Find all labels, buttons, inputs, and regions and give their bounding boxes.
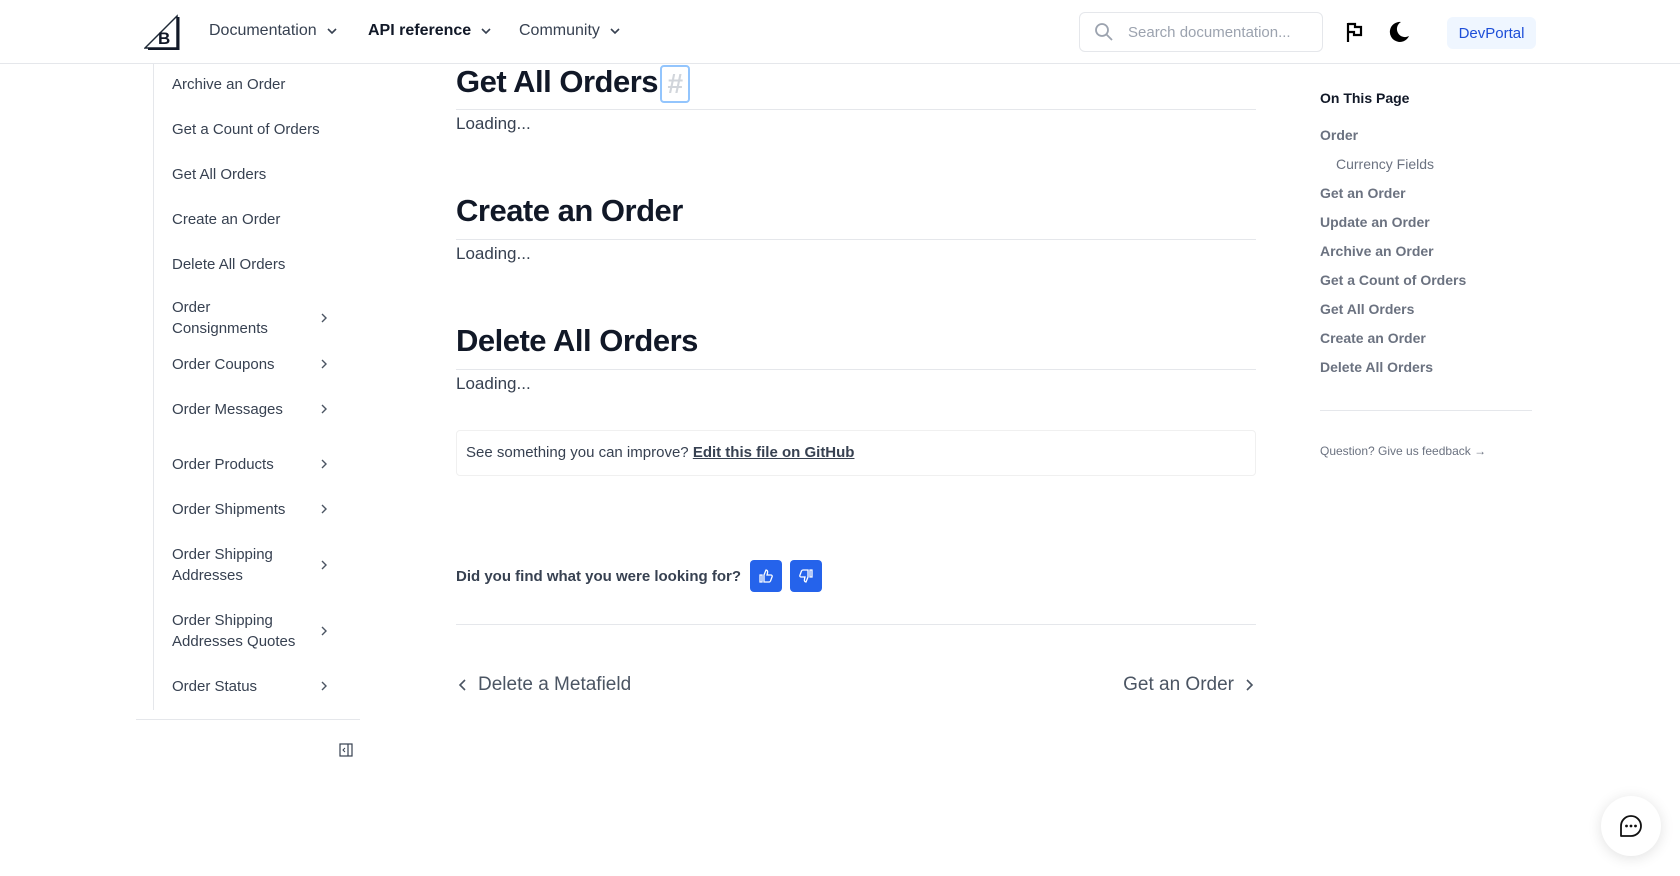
chat-button[interactable] [1601,796,1661,856]
section-heading-delete-all-orders: Delete All Orders [456,323,698,358]
chevron-right-icon [321,404,327,414]
prev-page-label: Delete a Metafield [478,674,632,695]
sidebar-item-label: Order Shipments [172,501,286,518]
sidebar-item-label: Delete All Orders [172,256,286,273]
svg-text:B: B [158,29,170,48]
toc-item-get-all-orders[interactable]: Get All Orders [1320,301,1414,317]
toc-item-create-an-order[interactable]: Create an Order [1320,330,1426,346]
toc-item-delete-all-orders[interactable]: Delete All Orders [1320,359,1433,375]
sidebar-rail [153,64,154,710]
edit-prompt-text: See something you can improve? [466,444,689,461]
section-heading-create-an-order: Create an Order [456,193,683,228]
chat-bubble-icon [1620,815,1642,837]
feedback-question: Did you find what you were looking for? [456,567,741,585]
sidebar-item-label: Get All Orders [172,166,267,183]
sidebar-item-label: Order Coupons [172,356,275,373]
next-page-label: Get an Order [1123,674,1234,695]
sidebar-item-order-products[interactable]: Order Products [172,454,342,475]
toc-item-currency-fields[interactable]: Currency Fields [1336,156,1434,172]
sidebar-item-get-all-orders[interactable]: Get All Orders [172,164,342,185]
section-body: Loading... [456,244,531,263]
thumbs-down-button[interactable] [790,560,822,592]
chevron-down-icon [481,28,491,35]
chevron-down-icon [327,28,337,35]
heading-text: Get All Orders [456,64,659,99]
prev-page-link[interactable]: Delete a Metafield [456,674,631,696]
next-page-link[interactable]: Get an Order [1123,674,1256,696]
sidebar-item-create-an-order[interactable]: Create an Order [172,209,342,230]
nav-documentation-label: Documentation [209,22,317,39]
chevron-right-icon [321,681,327,691]
sidebar-item-label: Get a Count of Orders [172,121,320,138]
edit-on-github-link[interactable]: Edit this file on GitHub [693,444,855,461]
section-body: Loading... [456,114,531,133]
toc-item-get-a-count-of-orders[interactable]: Get a Count of Orders [1320,272,1466,288]
give-feedback-link[interactable]: Question? Give us feedback → [1320,444,1486,458]
bigcommerce-logo[interactable]: B [144,14,180,50]
sidebar-item-label: Order Status [172,678,258,695]
thumbs-up-icon [759,569,773,583]
sidebar-item-label: Order Consignments [172,299,268,337]
sidebar-nav: Archive an Order Get a Count of Orders G… [136,64,360,720]
chevron-right-icon [321,313,327,323]
chevron-right-icon [321,504,327,514]
chevron-right-icon [321,560,327,570]
chevron-right-icon [321,359,327,369]
section-body: Loading... [456,374,531,393]
search-box[interactable] [1079,12,1323,52]
sidebar-divider [136,719,360,720]
heading-divider [456,239,1256,240]
devportal-button[interactable]: DevPortal [1447,17,1536,49]
sidebar-item-order-status[interactable]: Order Status [172,676,342,697]
flag-icon[interactable] [1343,20,1367,44]
nav-api-reference-label: API reference [368,22,472,39]
toc-item-update-an-order[interactable]: Update an Order [1320,214,1430,230]
collapse-sidebar-icon[interactable] [339,743,353,757]
thumbs-up-button[interactable] [750,560,782,592]
anchor-link[interactable]: # [660,64,691,103]
sidebar-item-get-a-count-of-orders[interactable]: Get a Count of Orders [172,119,342,140]
chevron-down-icon [610,28,620,35]
footer-divider [456,624,1256,625]
heading-divider [456,109,1256,110]
sidebar-item-order-consignments[interactable]: Order Consignments [172,297,327,339]
sidebar-item-delete-all-orders[interactable]: Delete All Orders [172,254,342,275]
edit-on-github-box: See something you can improve? Edit this… [456,430,1256,476]
nav-community-label: Community [519,22,600,39]
search-icon [1095,23,1113,41]
sidebar-item-label: Order Shipping Addresses Quotes [172,612,296,650]
sidebar-item-label: Order Messages [172,401,283,418]
sidebar-item-label: Archive an Order [172,76,286,93]
nav-api-reference[interactable]: API reference [368,22,493,40]
sidebar-item-archive-an-order[interactable]: Archive an Order [172,74,342,95]
feedback-row: Did you find what you were looking for? [456,560,830,592]
sidebar-item-order-shipping-addresses-quotes[interactable]: Order Shipping Addresses Quotes [172,610,327,652]
nav-documentation[interactable]: Documentation [209,22,339,40]
sidebar-item-order-shipping-addresses[interactable]: Order Shipping Addresses [172,544,327,586]
sidebar-item-label: Order Products [172,456,274,473]
sidebar-item-order-shipments[interactable]: Order Shipments [172,499,342,520]
thumbs-down-icon [799,569,813,583]
moon-icon[interactable] [1387,20,1411,44]
chevron-left-icon [458,679,466,691]
toc-item-get-an-order[interactable]: Get an Order [1320,185,1406,201]
toc-divider [1320,410,1532,411]
sidebar-item-label: Create an Order [172,211,281,228]
search-input[interactable] [1128,23,1308,41]
chevron-right-icon [321,459,327,469]
nav-community[interactable]: Community [519,22,622,40]
sidebar-item-order-coupons[interactable]: Order Coupons [172,354,342,375]
chevron-right-icon [321,626,327,636]
heading-divider [456,369,1256,370]
chevron-right-icon [1246,679,1254,691]
sidebar-item-label: Order Shipping Addresses [172,546,273,584]
section-heading-get-all-orders: Get All Orders # [456,64,691,103]
top-header: B Documentation API reference Community … [0,0,1680,64]
toc-item-order[interactable]: Order [1320,127,1358,143]
sidebar-item-order-messages[interactable]: Order Messages [172,399,342,420]
toc-title: On This Page [1320,90,1410,106]
toc-item-archive-an-order[interactable]: Archive an Order [1320,243,1434,259]
